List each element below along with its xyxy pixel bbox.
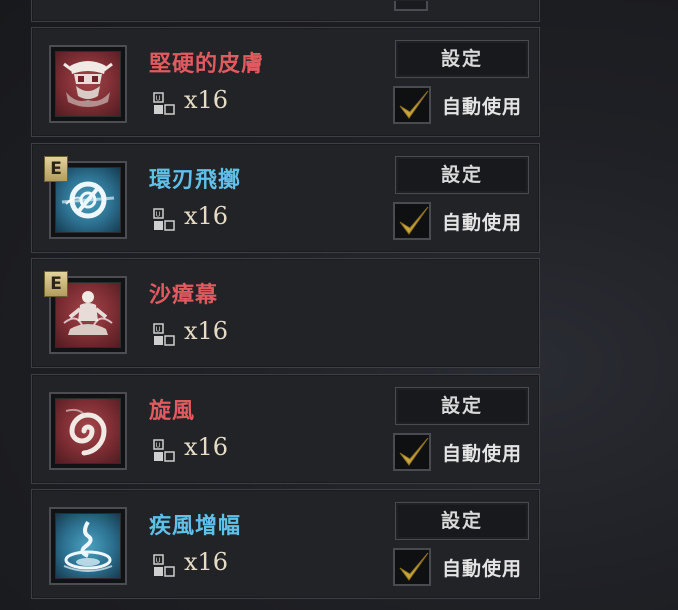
checkmark-icon — [399, 90, 429, 119]
svg-text:U: U — [156, 95, 161, 103]
skill-list-panel[interactable]: 堅硬的皮膚 U x16 設定 自動使用 E 環刃飛擲 U x16 設定 自動使用… — [0, 0, 560, 610]
svg-text:U: U — [156, 442, 161, 450]
skill-quantity: x16 — [184, 317, 229, 345]
set-button[interactable]: 設定 — [395, 156, 529, 194]
skill-card[interactable]: 旋風 U x16 設定 自動使用 — [31, 374, 540, 484]
auto-use-checkbox-partial[interactable] — [394, 1, 428, 11]
skill-quantity: x16 — [184, 548, 229, 576]
skill-art — [55, 513, 121, 579]
equipped-badge: E — [44, 156, 68, 182]
auto-use-checkbox[interactable] — [393, 202, 431, 240]
svg-text:U: U — [156, 557, 161, 565]
skill-quantity: x16 — [184, 433, 229, 461]
svg-text:U: U — [156, 211, 161, 219]
skill-name: 旋風 — [149, 399, 196, 424]
checkmark-icon — [399, 552, 429, 581]
skill-quantity: x16 — [184, 86, 229, 114]
armored-skull-icon — [63, 61, 113, 107]
skill-card[interactable]: 疾風增幅 U x16 設定 自動使用 — [31, 489, 540, 599]
inventory-count-icon: U — [153, 92, 175, 115]
skill-name: 沙瘴幕 — [149, 283, 219, 308]
skill-art — [55, 398, 121, 464]
auto-use-checkbox[interactable] — [393, 548, 431, 586]
skill-card[interactable]: E 環刃飛擲 U x16 設定 自動使用 — [31, 143, 540, 253]
whirlwind-icon — [65, 408, 107, 456]
auto-use-label: 自動使用 — [442, 443, 523, 465]
skill-icon-frame — [49, 507, 127, 585]
auto-use-label: 自動使用 — [442, 212, 523, 234]
skill-name: 堅硬的皮膚 — [149, 52, 265, 77]
auto-use-checkbox[interactable] — [393, 433, 431, 471]
skill-name: 環刃飛擲 — [149, 168, 242, 193]
inventory-count-icon: U — [153, 208, 175, 231]
auto-use-checkbox[interactable] — [393, 86, 431, 124]
skill-name: 疾風增幅 — [149, 514, 242, 539]
set-button[interactable]: 設定 — [395, 40, 529, 78]
water-vortex-icon — [63, 520, 113, 572]
set-button[interactable]: 設定 — [395, 502, 529, 540]
set-button[interactable]: 設定 — [395, 387, 529, 425]
equipped-badge: E — [44, 271, 68, 297]
skill-icon-frame — [49, 45, 127, 123]
inventory-count-icon: U — [153, 554, 175, 577]
svg-text:U: U — [156, 326, 161, 334]
skill-art — [55, 51, 121, 117]
inventory-count-icon: U — [153, 439, 175, 462]
auto-use-label: 自動使用 — [442, 96, 523, 118]
skill-card[interactable]: 堅硬的皮膚 U x16 設定 自動使用 — [31, 27, 540, 137]
skill-icon-frame — [49, 392, 127, 470]
auto-use-label: 自動使用 — [442, 558, 523, 580]
checkmark-icon — [399, 206, 429, 235]
inventory-count-icon: U — [153, 323, 175, 346]
checkmark-icon — [399, 437, 429, 466]
skill-card[interactable]: E 沙瘴幕 U x16 — [31, 258, 540, 368]
skill-card-partial — [31, 0, 540, 22]
skill-quantity: x16 — [184, 202, 229, 230]
